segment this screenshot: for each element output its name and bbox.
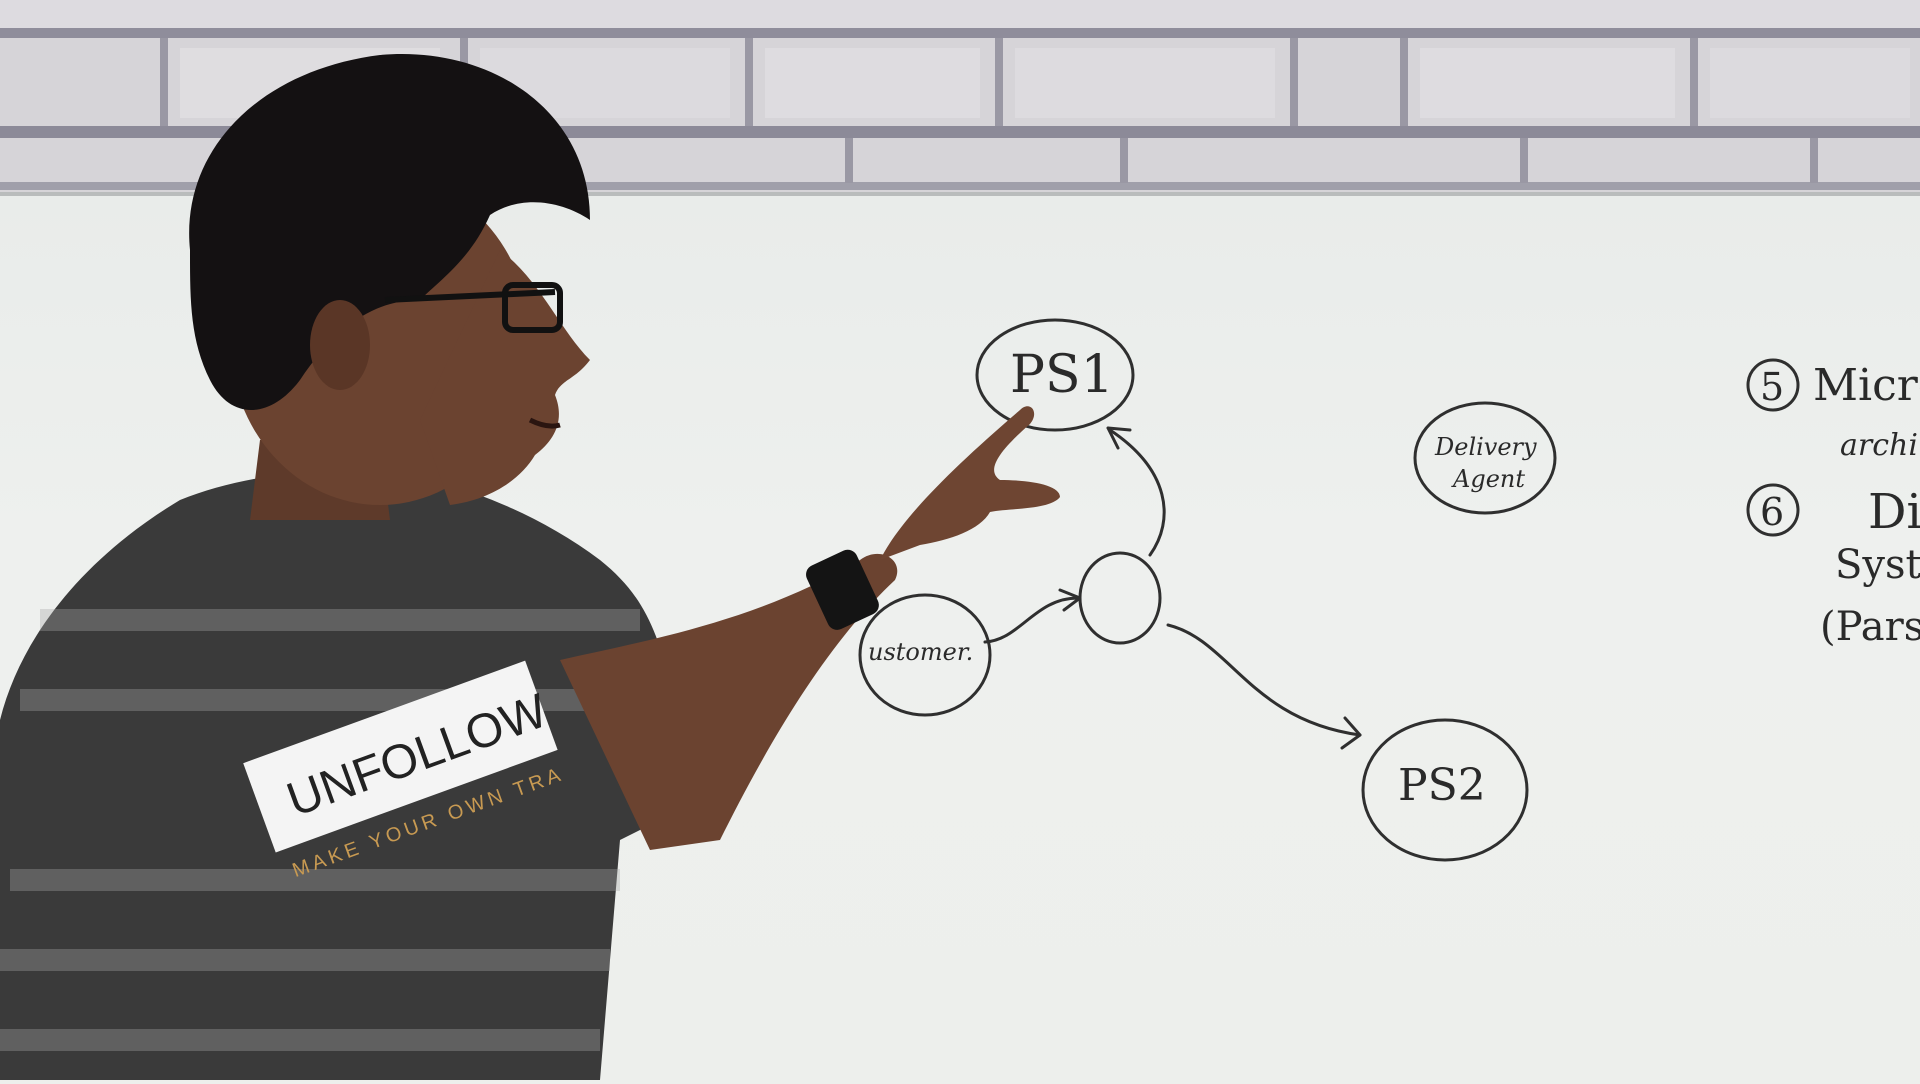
ear [310,300,370,390]
pointing-hand [880,406,1060,560]
photo-scene: PS1 ustomer. PS2 Delivery Agent 5 Micro … [0,0,1920,1084]
presenter-person: UNFOLLOW MAKE YOUR OWN TRA [0,53,1060,1080]
